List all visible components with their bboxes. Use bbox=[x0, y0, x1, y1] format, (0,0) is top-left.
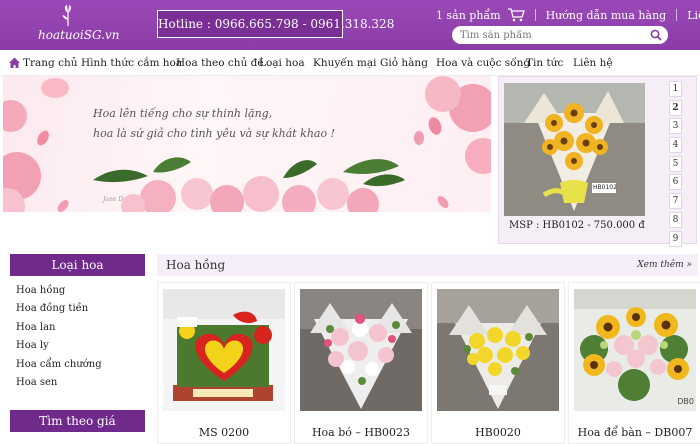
featured-product-slider: HB0102 MSP : HB0102 - 750.000 đ 1 2 3 4 … bbox=[498, 76, 697, 247]
sidebar-item-orchid[interactable]: Hoa lan bbox=[16, 319, 145, 337]
featured-product-image[interactable]: HB0102 bbox=[504, 83, 645, 216]
nav-topics[interactable]: Hoa theo chủ đề bbox=[176, 50, 264, 76]
divider bbox=[676, 9, 678, 21]
hero-banner[interactable]: Hoa lên tiếng cho sự thinh lặng, hoa là … bbox=[3, 76, 491, 212]
nav-arrangement[interactable]: Hình thức cắm hoa bbox=[81, 50, 182, 76]
nav-flowers-life[interactable]: Hoa và cuộc sống bbox=[436, 50, 530, 76]
guide-link[interactable]: Hướng dẫn mua hàng bbox=[546, 9, 667, 22]
product-image[interactable] bbox=[300, 289, 422, 411]
product-image[interactable]: DB0 bbox=[574, 289, 696, 411]
contact-link[interactable]: Liên hệ bbox=[687, 9, 700, 22]
slider-page-9[interactable]: 9 bbox=[669, 230, 682, 247]
search-box bbox=[452, 26, 668, 44]
section-title: Hoa hồng bbox=[166, 258, 226, 272]
product-card[interactable]: HB0020 bbox=[431, 282, 565, 444]
cart-count[interactable]: 1 sản phẩm bbox=[436, 9, 501, 22]
logo-text: hoatuoiSG.vn bbox=[38, 28, 120, 42]
banner-flowers-image bbox=[3, 76, 491, 212]
product-image-tag: DB0 bbox=[677, 397, 694, 406]
section-header: Hoa hồng Xem thêm » bbox=[157, 254, 698, 276]
home-icon[interactable] bbox=[8, 56, 21, 69]
site-logo[interactable]: hoatuoiSG.vn bbox=[34, 4, 119, 46]
banner-quote-line2: hoa là sứ giả cho tình yêu và sự khát kh… bbox=[93, 127, 336, 140]
banner-signature: Jane D bbox=[103, 196, 124, 203]
nav-contact[interactable]: Liên hệ bbox=[573, 50, 613, 76]
sidebar-item-roses[interactable]: Hoa hồng bbox=[16, 282, 145, 300]
sidebar-flower-types-list: Hoa hồng Hoa đồng tiền Hoa lan Hoa ly Ho… bbox=[10, 276, 145, 392]
sidebar-price-title: Tìm theo giá bbox=[10, 410, 145, 432]
top-links: 1 sản phẩm Hướng dẫn mua hàng Liên hệ bbox=[436, 8, 700, 22]
product-card[interactable]: MS 0200 bbox=[157, 282, 291, 444]
product-name[interactable]: Hoa để bàn – DB007 bbox=[569, 426, 700, 439]
product-card[interactable]: DB0 Hoa để bàn – DB007 bbox=[568, 282, 700, 444]
slider-pagination: 1 2 3 4 5 6 7 8 9 bbox=[669, 81, 683, 249]
heart-basket-image bbox=[163, 289, 285, 411]
sunflower-bouquet-image bbox=[504, 83, 645, 216]
slider-page-2[interactable]: 2 bbox=[669, 99, 682, 116]
search-icon[interactable] bbox=[650, 29, 662, 41]
nav-news[interactable]: Tin tức bbox=[526, 50, 563, 76]
hotline-box: Hotline : 0966.665.798 - 0961.318.328 bbox=[157, 10, 394, 38]
shopping-cart-icon[interactable] bbox=[507, 8, 525, 22]
sidebar-item-gerbera[interactable]: Hoa đồng tiền bbox=[16, 300, 145, 318]
nav-cart[interactable]: Giỏ hàng bbox=[380, 50, 428, 76]
sunflower-table-arrangement-image bbox=[574, 289, 696, 411]
sidebar-item-lotus[interactable]: Hoa sen bbox=[16, 374, 145, 392]
nav-home[interactable]: Trang chủ bbox=[23, 50, 78, 76]
product-card[interactable]: Hoa bó – HB0023 bbox=[294, 282, 428, 444]
flower-logo-icon bbox=[62, 5, 72, 27]
product-image-tag: HB0102 bbox=[593, 184, 617, 191]
slider-page-7[interactable]: 7 bbox=[669, 193, 682, 210]
featured-product-caption[interactable]: MSP : HB0102 - 750.000 đ bbox=[509, 220, 645, 231]
product-name[interactable]: MS 0200 bbox=[158, 426, 290, 439]
sidebar-flower-types: Loại hoa Hoa hồng Hoa đồng tiền Hoa lan … bbox=[10, 254, 145, 392]
sidebar-price-filter: Tìm theo giá bbox=[10, 410, 145, 432]
divider bbox=[534, 9, 536, 21]
slider-page-3[interactable]: 3 bbox=[669, 118, 682, 135]
product-name[interactable]: HB0020 bbox=[432, 426, 564, 439]
product-name[interactable]: Hoa bó – HB0023 bbox=[295, 426, 427, 439]
nav-promotions[interactable]: Khuyến mại bbox=[313, 50, 376, 76]
slider-page-4[interactable]: 4 bbox=[669, 137, 682, 154]
nav-flower-types[interactable]: Loại hoa bbox=[259, 50, 305, 76]
banner-quote-line1: Hoa lên tiếng cho sự thinh lặng, bbox=[93, 107, 273, 120]
header: hoatuoiSG.vn Hotline : 0966.665.798 - 09… bbox=[0, 0, 700, 50]
pink-white-bouquet-image bbox=[300, 289, 422, 411]
banner-quote: Hoa lên tiếng cho sự thinh lặng, hoa là … bbox=[93, 104, 335, 144]
yellow-rose-bouquet-image bbox=[437, 289, 559, 411]
slider-page-8[interactable]: 8 bbox=[669, 211, 682, 228]
slider-page-5[interactable]: 5 bbox=[669, 155, 682, 172]
product-image[interactable] bbox=[437, 289, 559, 411]
search-input[interactable] bbox=[460, 28, 640, 42]
slider-page-6[interactable]: 6 bbox=[669, 174, 682, 191]
product-image[interactable] bbox=[163, 289, 285, 411]
sidebar-flower-types-title: Loại hoa bbox=[10, 254, 145, 276]
sidebar-item-lily[interactable]: Hoa ly bbox=[16, 337, 145, 355]
main-nav: Trang chủ Hình thức cắm hoa Hoa theo chủ… bbox=[0, 50, 700, 76]
sidebar-item-carnation[interactable]: Hoa cẩm chướng bbox=[16, 356, 145, 374]
see-more-link[interactable]: Xem thêm » bbox=[637, 254, 692, 276]
slider-page-1[interactable]: 1 bbox=[669, 81, 682, 97]
